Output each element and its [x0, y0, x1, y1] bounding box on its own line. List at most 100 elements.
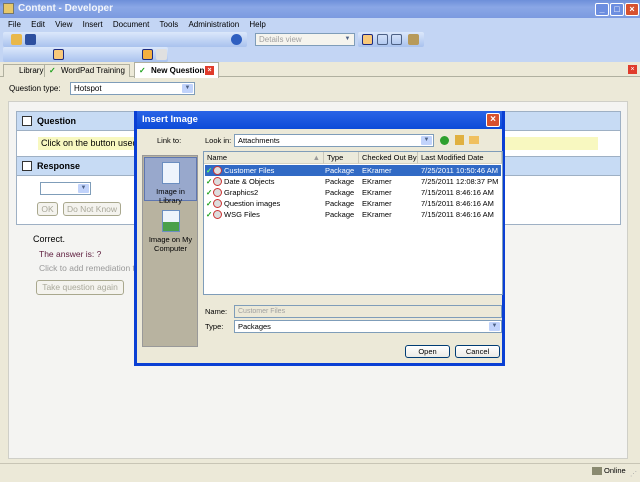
status-bar: Online ⋰: [0, 463, 640, 480]
column-type[interactable]: Type: [324, 152, 359, 164]
check-icon: ✓: [206, 177, 213, 186]
cancel-button[interactable]: Cancel: [455, 345, 500, 358]
check-icon: ✓: [49, 66, 56, 75]
link-image-on-my-computer[interactable]: Image on My Computer: [144, 206, 197, 253]
file-row[interactable]: ✓ Question images Package EKramer 7/15/2011 …: [205, 198, 501, 209]
insert-image-dialog: Insert Image × Link to: Image in Library …: [134, 111, 505, 366]
file-checked-out-by: EKramer: [362, 177, 392, 186]
computer-image-icon: [161, 210, 180, 232]
column-label: Type: [327, 153, 344, 162]
menu-administration[interactable]: Administration: [188, 18, 239, 32]
sort-arrow-icon: ▲: [312, 153, 320, 162]
dialog-close-button[interactable]: ×: [486, 113, 500, 127]
library-image-icon: [161, 162, 180, 184]
file-name: Graphics2: [224, 188, 259, 197]
question-type-label: Question type:: [9, 84, 61, 93]
link-image-in-library[interactable]: Image in Library: [144, 157, 197, 205]
standard-toolbar: [3, 32, 247, 47]
menu-view[interactable]: View: [55, 18, 72, 32]
image-icon[interactable]: [53, 49, 64, 60]
menu-tools[interactable]: Tools: [160, 18, 179, 32]
view-select-value: Details view: [259, 35, 302, 44]
close-all-icon[interactable]: ×: [628, 65, 637, 74]
layout-horizontal-icon[interactable]: [377, 34, 388, 45]
layout-details-icon[interactable]: [362, 34, 373, 45]
tab-library[interactable]: Library: [3, 64, 49, 77]
preview-icon[interactable]: [156, 49, 167, 60]
file-type: Package: [325, 166, 355, 175]
file-name: Question images: [224, 199, 281, 208]
close-button[interactable]: ×: [625, 3, 639, 16]
tab-wordpad-training[interactable]: ✓ WordPad Training: [44, 64, 130, 77]
question-icon: [22, 116, 32, 126]
file-row[interactable]: ✓ Customer Files Package EKramer 7/25/2011 1…: [205, 165, 501, 176]
menu-insert[interactable]: Insert: [83, 18, 103, 32]
file-row[interactable]: ✓ Date & Objects Package EKramer 7/25/2011 1…: [205, 176, 501, 187]
maximize-button[interactable]: □: [610, 3, 624, 16]
column-label: Last Modified Date: [421, 153, 484, 162]
tab-label: Library: [19, 66, 44, 75]
view-select[interactable]: Details view ▼: [255, 33, 355, 46]
document-tabs: Library ✓ WordPad Training ✓ New Question ×…: [0, 62, 640, 78]
minimize-button[interactable]: _: [595, 3, 609, 16]
column-label: Checked Out By: [362, 153, 417, 162]
menu-file[interactable]: File: [8, 18, 21, 32]
column-name[interactable]: Name ▲: [204, 152, 324, 164]
file-modified: 7/25/2011 12:08:37 PM: [421, 177, 499, 186]
edit-pencil-icon[interactable]: [142, 49, 153, 60]
take-question-again-button[interactable]: Take question again: [36, 280, 124, 295]
package-icon: [213, 187, 224, 198]
type-label: Type:: [205, 322, 224, 331]
help-icon[interactable]: [231, 34, 242, 45]
editor-toolbar: [3, 47, 168, 62]
file-name: WSG Files: [224, 210, 260, 219]
save-icon[interactable]: [25, 34, 36, 45]
open-button[interactable]: Open: [405, 345, 450, 358]
title-bar: Content - Developer _ □ ×: [0, 0, 640, 18]
file-modified: 7/25/2011 10:50:46 AM: [421, 166, 499, 175]
file-type: Package: [325, 210, 355, 219]
file-type: Package: [325, 199, 355, 208]
remediation-text[interactable]: Click to add remediation te: [39, 263, 135, 273]
ok-button[interactable]: OK: [37, 202, 58, 216]
check-icon: ✓: [206, 166, 213, 175]
status-text: Online: [604, 466, 626, 475]
menu-document[interactable]: Document: [113, 18, 149, 32]
response-header-text: Response: [37, 161, 81, 171]
publish-icon[interactable]: [408, 34, 419, 45]
look-in-value: Attachments: [238, 136, 280, 145]
close-tab-icon[interactable]: ×: [205, 66, 214, 75]
file-row[interactable]: ✓ Graphics2 Package EKramer 7/15/2011 8:46:1…: [205, 187, 501, 198]
layout-toolbar: [358, 32, 424, 47]
look-in-select[interactable]: Attachments ▼: [234, 134, 434, 147]
question-text-value: Click on the button used t: [41, 138, 143, 148]
do-not-know-button[interactable]: Do Not Know: [63, 202, 121, 216]
column-label: Name: [207, 153, 228, 162]
name-field[interactable]: Customer Files: [234, 305, 502, 318]
layout-vertical-icon[interactable]: [391, 34, 402, 45]
package-icon: [213, 198, 224, 209]
file-checked-out-by: EKramer: [362, 188, 392, 197]
type-select[interactable]: Packages ▼: [234, 320, 502, 333]
question-type-select[interactable]: Hotspot ▼: [70, 82, 195, 95]
check-icon: ✓: [206, 188, 213, 197]
tab-new-question[interactable]: ✓ New Question ×: [134, 62, 219, 78]
new-folder-icon[interactable]: [469, 136, 479, 144]
file-row[interactable]: ✓ WSG Files Package EKramer 7/15/2011 8:46:1…: [205, 209, 501, 220]
check-icon: ✓: [206, 199, 213, 208]
file-checked-out-by: EKramer: [362, 210, 392, 219]
tab-label: New Question: [151, 66, 205, 75]
correct-label: Correct.: [33, 234, 66, 244]
menu-help[interactable]: Help: [249, 18, 265, 32]
response-select[interactable]: ▼: [40, 182, 91, 195]
menu-edit[interactable]: Edit: [31, 18, 45, 32]
back-icon[interactable]: [440, 136, 449, 145]
up-folder-icon[interactable]: [455, 135, 464, 145]
file-checked-out-by: EKramer: [362, 166, 392, 175]
name-label: Name:: [205, 307, 228, 316]
open-icon[interactable]: [11, 34, 22, 45]
column-checked-out-by[interactable]: Checked Out By: [359, 152, 418, 164]
question-header-text: Question: [37, 116, 77, 126]
dialog-title: Insert Image: [142, 114, 198, 125]
column-last-modified[interactable]: Last Modified Date: [418, 152, 502, 164]
